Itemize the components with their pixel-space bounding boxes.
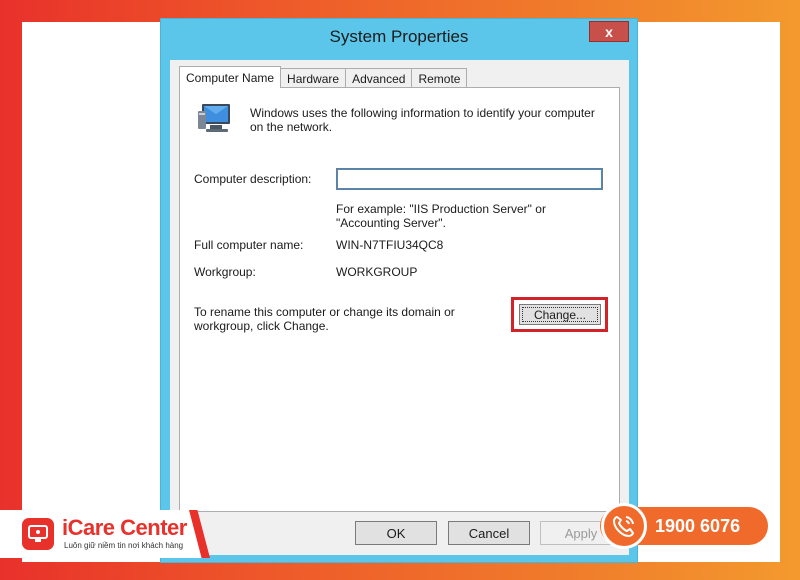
full-computer-name-value: WIN-N7TFIU34QC8 xyxy=(336,238,444,252)
tab-computer-name[interactable]: Computer Name xyxy=(179,66,282,88)
icare-logo-icon xyxy=(22,518,54,550)
brand-slogan: Luôn giữ niềm tin nơi khách hàng xyxy=(64,541,184,550)
tab-advanced[interactable]: Advanced xyxy=(345,68,413,88)
close-icon: x xyxy=(605,23,613,40)
dialog-client-area: Computer Name Hardware Advanced Remote W… xyxy=(170,60,629,555)
workgroup-value: WORKGROUP xyxy=(336,265,418,279)
tab-strip: Computer Name Hardware Advanced Remote xyxy=(179,66,468,88)
tab-hardware[interactable]: Hardware xyxy=(280,68,347,88)
window-title: System Properties xyxy=(329,27,469,46)
rename-instructions: To rename this computer or change its do… xyxy=(194,305,455,333)
cancel-button[interactable]: Cancel xyxy=(448,521,530,545)
intro-text: Windows uses the following information t… xyxy=(250,106,595,134)
full-computer-name-label: Full computer name: xyxy=(194,238,304,252)
computer-description-input[interactable] xyxy=(336,168,603,190)
brand-name: iCare Center xyxy=(62,515,187,540)
computer-name-panel: Windows uses the following information t… xyxy=(179,87,620,512)
computer-monitor-icon xyxy=(198,104,230,132)
phone-icon xyxy=(601,503,647,549)
ok-button[interactable]: OK xyxy=(355,521,437,545)
computer-description-label: Computer description: xyxy=(194,172,312,186)
hotline-number: 1900 6076 xyxy=(655,516,741,536)
tab-remote[interactable]: Remote xyxy=(411,68,468,88)
description-example-text: For example: "IIS Production Server" or … xyxy=(336,202,546,230)
close-button[interactable]: x xyxy=(589,21,629,42)
workgroup-label: Workgroup: xyxy=(194,265,256,279)
change-button[interactable]: Change... xyxy=(519,304,601,325)
title-bar: System Properties x xyxy=(161,19,637,55)
system-properties-window: System Properties x Computer Name Hardwa… xyxy=(160,18,638,563)
